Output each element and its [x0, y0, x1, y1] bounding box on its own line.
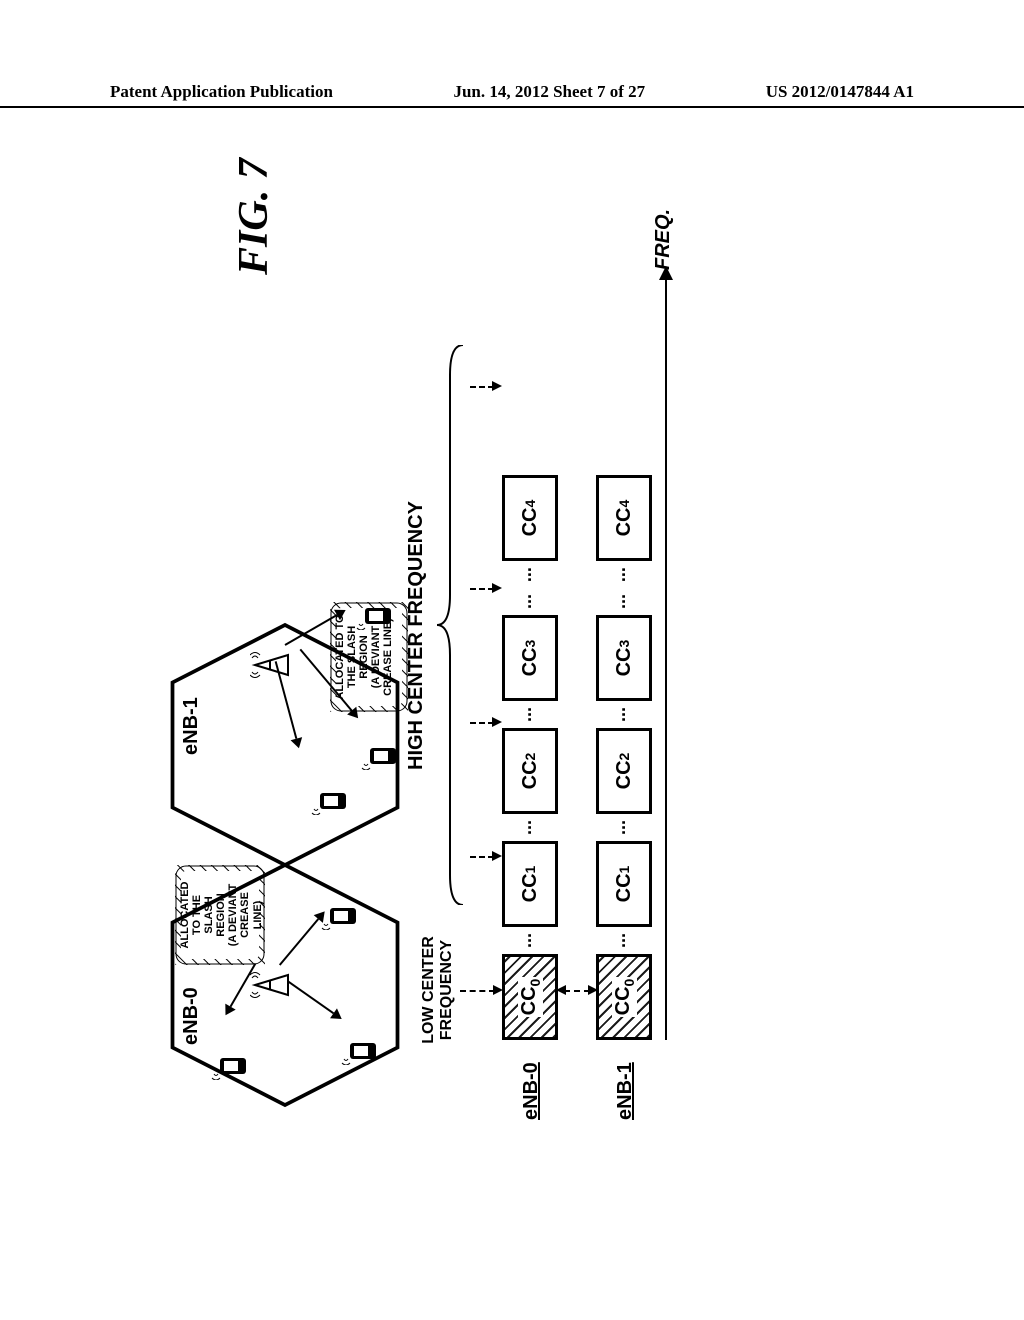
cc-sub: 0: [527, 979, 543, 987]
ellipsis-icon: ···: [614, 814, 635, 841]
cc-sub: 1: [522, 866, 538, 874]
row1-label: eNB-1: [614, 1062, 637, 1120]
note-line: REGION: [215, 893, 227, 936]
note-line: CREASE: [239, 892, 251, 938]
basestation-tower-icon: [250, 970, 290, 1000]
mobile-phone-icon: [310, 787, 350, 815]
ellipsis-icon: ···: [520, 701, 541, 728]
cc-sub: 0: [621, 979, 637, 987]
ellipsis-icon: ···: [520, 814, 541, 841]
allocation-note-enb1: ALLOCATED TO THE SLASH REGION (A DEVIANT…: [330, 602, 408, 712]
mobile-phone-icon: [340, 1037, 380, 1065]
cc-label: CC: [613, 873, 636, 902]
cc-label: CC: [519, 508, 542, 537]
ellipsis-icon: ···: [520, 561, 541, 588]
allocation-note-enb0: ALLOCATED TO THE SLASH REGION (A DEVIANT…: [175, 865, 265, 965]
ellipsis-icon: ···: [614, 588, 635, 615]
cc-sub: 3: [522, 640, 538, 648]
cc-label: CC: [519, 873, 542, 902]
dashed-arrow-down-icon: [470, 856, 494, 858]
cc-sub: 3: [616, 640, 632, 648]
dashed-arrow-down-icon: [460, 990, 495, 992]
note-line: LINE): [252, 901, 264, 930]
cc-sub: 4: [616, 500, 632, 508]
curly-brace-icon: [435, 345, 465, 905]
dashed-arrow-down-icon: [470, 588, 494, 590]
cc0-box: CC0: [596, 954, 652, 1040]
cc-label: CC: [613, 648, 636, 677]
dashed-connector-icon: [564, 990, 590, 992]
cc-label: CC: [613, 508, 636, 537]
header-right: US 2012/0147844 A1: [766, 82, 914, 102]
note-line: (A DEVIANT: [370, 626, 382, 689]
cc-label: CC: [612, 986, 634, 1015]
ellipsis-icon: ···: [520, 588, 541, 615]
cc3-box: CC3: [502, 615, 558, 701]
cc2-box: CC2: [502, 728, 558, 814]
cc-label: CC: [613, 760, 636, 789]
ellipsis-icon: ···: [520, 927, 541, 954]
cc2-box: CC2: [596, 728, 652, 814]
note-line: CREASE LINE): [382, 618, 394, 696]
ellipsis-icon: ···: [614, 701, 635, 728]
cc1-box: CC1: [596, 841, 652, 927]
note-line: REGION: [358, 635, 370, 678]
page-header: Patent Application Publication Jun. 14, …: [0, 82, 1024, 108]
cc1-box: CC1: [502, 841, 558, 927]
cc-sub: 2: [522, 753, 538, 761]
row0-label: eNB-0: [520, 1062, 543, 1120]
cc-sub: 2: [616, 753, 632, 761]
ellipsis-icon: ···: [614, 927, 635, 954]
cc4-box: CC4: [502, 475, 558, 561]
dashed-arrow-down-icon: [470, 722, 494, 724]
header-center: Jun. 14, 2012 Sheet 7 of 27: [453, 82, 645, 102]
cc-label: CC: [518, 986, 540, 1015]
header-left: Patent Application Publication: [110, 82, 333, 102]
cc-row-enb1: CC0 ··· CC1 ··· CC2 ··· CC3 ··· ··· CC4: [596, 475, 652, 1040]
cell0-label: eNB-0: [180, 987, 203, 1045]
note-line: TO THE: [191, 895, 203, 935]
dashed-arrow-down-icon: [470, 386, 494, 388]
note-line: ALLOCATED: [179, 882, 191, 949]
cc4-box: CC4: [596, 475, 652, 561]
cc3-box: CC3: [596, 615, 652, 701]
cc-sub: 4: [522, 500, 538, 508]
cc-label: CC: [519, 648, 542, 677]
cc-label: CC: [519, 760, 542, 789]
figure-7-diagram: eNB-0 AL: [150, 220, 830, 1120]
frequency-axis-label: FREQ.: [652, 209, 675, 270]
ellipsis-icon: ···: [614, 561, 635, 588]
mobile-phone-icon: [210, 1052, 250, 1080]
basestation-tower-icon: [250, 650, 290, 680]
note-line: SLASH: [203, 896, 215, 933]
cc0-box: CC0: [502, 954, 558, 1040]
mobile-phone-icon: [360, 742, 400, 770]
low-center-frequency-label: LOW CENTER FREQUENCY: [420, 915, 455, 1065]
note-line: THE SLASH: [346, 626, 358, 688]
note-line: ALLOCATED TO: [334, 614, 346, 699]
frequency-axis: [665, 280, 667, 1040]
cell1-label: eNB-1: [180, 697, 203, 755]
cc-row-enb0: CC0 ··· CC1 ··· CC2 ··· CC3 ··· ··· CC4: [502, 475, 558, 1040]
note-line: (A DEVIANT: [227, 884, 239, 947]
cc-sub: 1: [616, 866, 632, 874]
high-center-frequency-label: HIGH CENTER FREQUENCY: [405, 501, 428, 770]
